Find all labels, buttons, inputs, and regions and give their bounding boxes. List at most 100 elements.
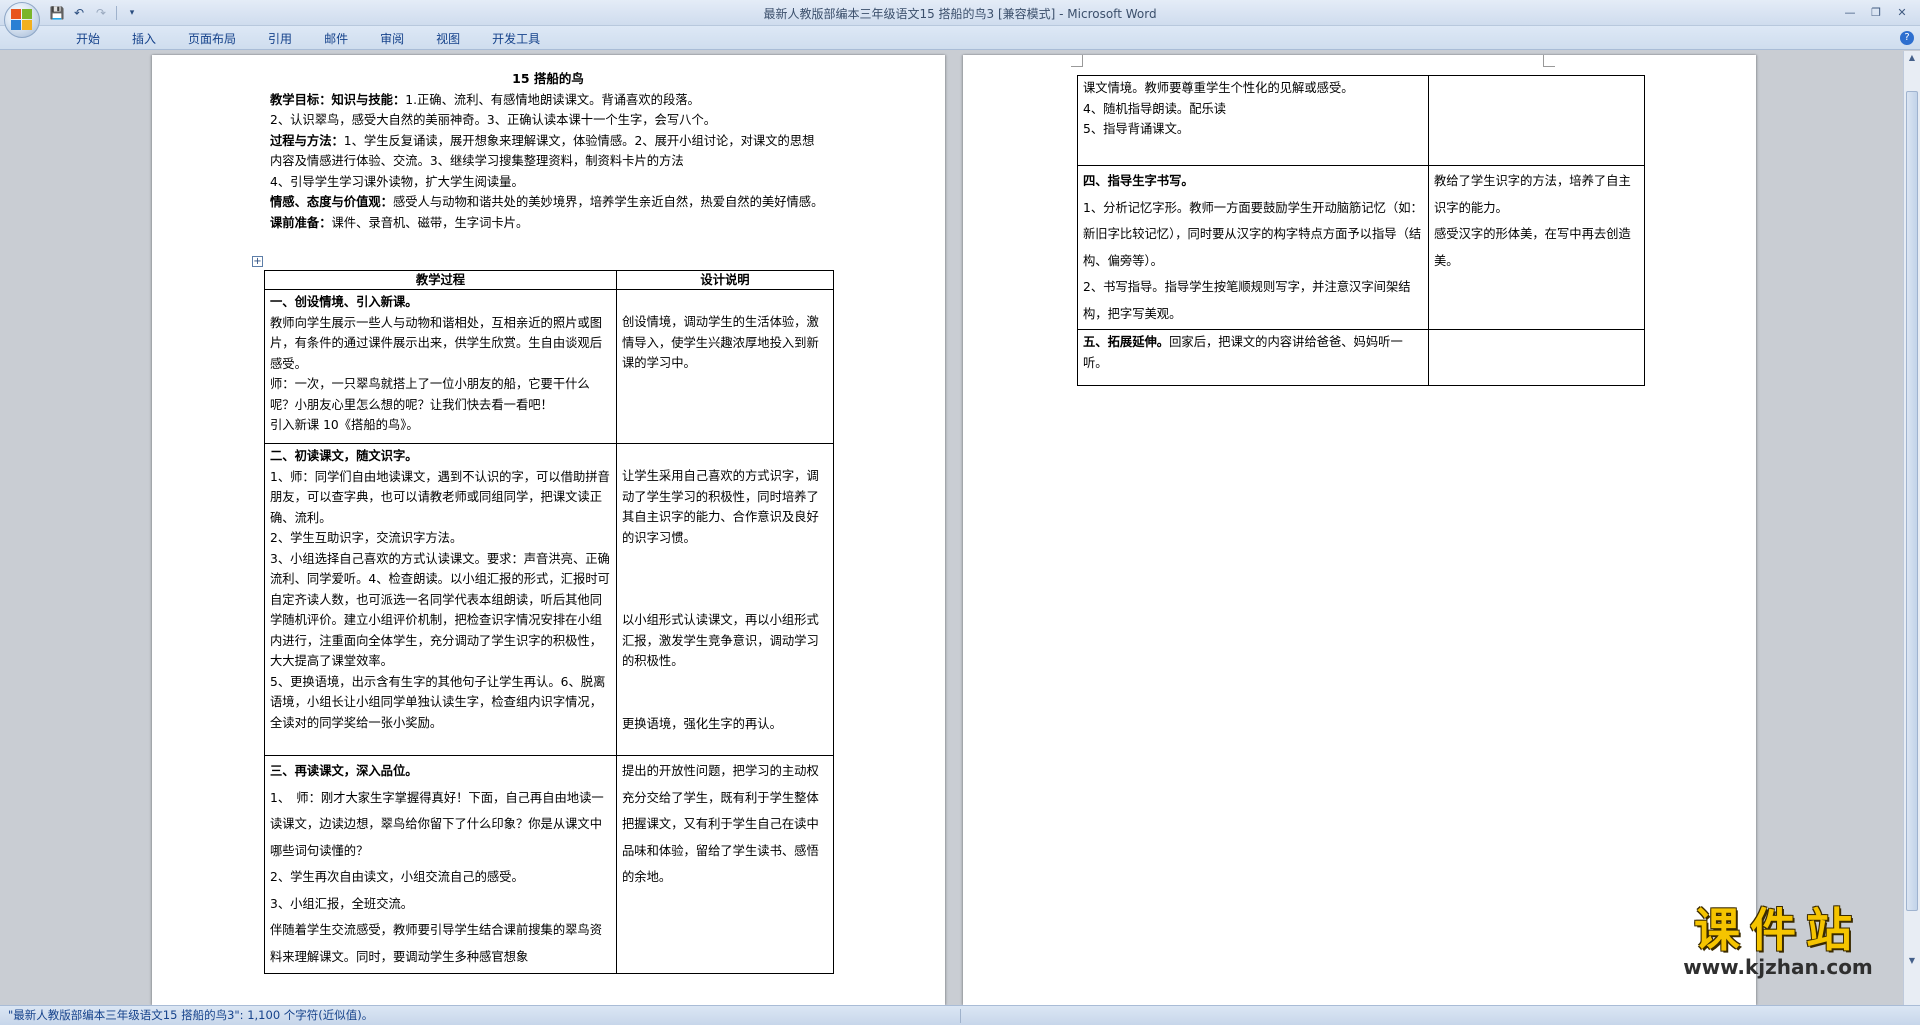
table-header-row: 教学过程 设计说明: [264, 270, 834, 290]
row-line: 1、 师：刚才大家生字掌握得真好！下面，自己再自由地读一读课文，边读边想，翠鸟给…: [270, 790, 604, 858]
close-icon[interactable]: ✕: [1890, 3, 1914, 21]
tab-mailings[interactable]: 邮件: [308, 30, 364, 48]
design-line: 提出的开放性问题，把学习的主动权充分交给了学生，既有利于学生整体把握课文，又有利…: [622, 764, 819, 884]
process-cell: 课文情境。教师要尊重学生个性化的见解或感受。 4、随机指导朗读。配乐读 5、指导…: [1077, 75, 1429, 166]
restore-icon[interactable]: ❐: [1864, 3, 1888, 21]
header-design: 设计说明: [616, 270, 834, 290]
watermark-url: www.kjzhan.com: [1683, 955, 1873, 979]
process-label: 过程与方法：: [270, 133, 344, 148]
table-row: 一、创设情境、引入新课。 教师向学生展示一些人与动物和谐相处，互相亲近的照片或图…: [264, 289, 834, 444]
design-cell: [1428, 329, 1645, 386]
tab-insert[interactable]: 插入: [116, 30, 172, 48]
process-text-2: 4、引导学生学习课外读物，扩大学生阅读量。: [270, 174, 524, 189]
row-line: 3、小组选择自己喜欢的方式认读课文。要求：声音洪亮、正确流利、同学爱听。4、检查…: [270, 551, 610, 669]
margin-corner-mark: [1071, 55, 1083, 67]
goals-text-1: 1.正确、流利、有感情地朗读课文。背诵喜欢的段落。: [405, 92, 700, 107]
scroll-down-icon[interactable]: ▼: [1906, 956, 1918, 968]
emotion-paragraph: 情感、态度与价值观：感受人与动物和谐共处的美妙境界，培养学生亲近自然，热爱自然的…: [270, 192, 826, 213]
scrollbar-thumb[interactable]: [1906, 91, 1918, 911]
row-line: 教师向学生展示一些人与动物和谐相处，互相亲近的照片或图片，有条件的通过课件展示出…: [270, 315, 603, 371]
process-cell: 一、创设情境、引入新课。 教师向学生展示一些人与动物和谐相处，互相亲近的照片或图…: [264, 289, 617, 444]
design-cell: 提出的开放性问题，把学习的主动权充分交给了学生，既有利于学生整体把握课文，又有利…: [616, 755, 834, 974]
tab-developer[interactable]: 开发工具: [476, 30, 556, 48]
tab-view[interactable]: 视图: [420, 30, 476, 48]
row-line: 2、书写指导。指导学生按笔顺规则写字，并注意汉字间架结构，把字写美观。: [1083, 280, 1411, 321]
lesson-table-page-2: 课文情境。教师要尊重学生个性化的见解或感受。 4、随机指导朗读。配乐读 5、指导…: [1077, 75, 1645, 386]
prep-paragraph: 课前准备：课件、录音机、磁带，生字词卡片。: [270, 213, 826, 234]
help-icon[interactable]: ?: [1900, 31, 1914, 45]
tab-page-layout[interactable]: 页面布局: [172, 30, 252, 48]
process-cell: 四、指导生字书写。 1、分析记忆字形。教师一方面要鼓励学生开动脑筋记忆（如：新旧…: [1077, 165, 1429, 330]
row-line: 课文情境。教师要尊重学生个性化的见解或感受。: [1083, 81, 1354, 95]
margin-corner-mark: [1543, 55, 1555, 67]
office-logo-icon: [11, 9, 33, 31]
row-heading: 五、拓展延伸。: [1083, 335, 1170, 349]
table-row: 课文情境。教师要尊重学生个性化的见解或感受。 4、随机指导朗读。配乐读 5、指导…: [1077, 75, 1645, 166]
minimize-icon[interactable]: —: [1838, 3, 1862, 21]
table-row: 二、初读课文，随文识字。 1、师：同学们自由地读课文，遇到不认识的字，可以借助拼…: [264, 443, 834, 756]
design-line: 教给了学生识字的方法，培养了自主识字的能力。: [1434, 174, 1631, 215]
row-heading: 三、再读课文，深入品位。: [270, 764, 418, 778]
page-1-text: 15 搭船的鸟 教学目标：知识与技能：1.正确、流利、有感情地朗读课文。背诵喜欢…: [270, 69, 826, 233]
table-row: 三、再读课文，深入品位。 1、 师：刚才大家生字掌握得真好！下面，自己再自由地读…: [264, 755, 834, 974]
emotion-text: 感受人与动物和谐共处的美妙境界，培养学生亲近自然，热爱自然的美好情感。: [392, 195, 824, 209]
row-line: 3、小组汇报，全班交流。: [270, 896, 414, 911]
ribbon-tab-row: 开始 插入 页面布局 引用 邮件 审阅 视图 开发工具 ?: [0, 26, 1920, 50]
row-line: 1、分析记忆字形。教师一方面要鼓励学生开动脑筋记忆（如：新旧字比较记忆），同时要…: [1083, 200, 1423, 268]
status-divider: [960, 1009, 961, 1023]
design-cell: [1428, 75, 1645, 166]
tab-references[interactable]: 引用: [252, 30, 308, 48]
row-line: 4、随机指导朗读。配乐读: [1083, 101, 1227, 116]
process-paragraph: 过程与方法：1、学生反复诵读，展开想象来理解课文，体验情感。2、展开小组讨论，对…: [270, 131, 826, 172]
page-2: 课文情境。教师要尊重学生个性化的见解或感受。 4、随机指导朗读。配乐读 5、指导…: [963, 55, 1756, 1005]
row-heading: 四、指导生字书写。: [1083, 174, 1194, 188]
design-line: 以小组形式认读课文，再以小组形式汇报，激发学生竞争意识，调动学习的积极性。: [622, 613, 819, 668]
goals-text-2: 2、认识翠鸟，感受大自然的美丽神奇。3、正确认读本课十一个生字，会写八个。: [270, 113, 717, 127]
office-button[interactable]: [4, 2, 40, 38]
row-line: 2、学生互助识字，交流识字方法。: [270, 531, 463, 545]
prep-text: 课件、录音机、磁带，生字词卡片。: [331, 215, 529, 230]
document-workspace: 15 搭船的鸟 教学目标：知识与技能：1.正确、流利、有感情地朗读课文。背诵喜欢…: [0, 51, 1920, 1005]
process-cell: 三、再读课文，深入品位。 1、 师：刚才大家生字掌握得真好！下面，自己再自由地读…: [264, 755, 617, 974]
row-line: 伴随着学生交流感受，教师要引导学生结合课前搜集的翠鸟资料来理解课文。同时，要调动…: [270, 923, 603, 964]
design-cell: 教给了学生识字的方法，培养了自主识字的能力。 感受汉字的形体美，在写中再去创造美…: [1428, 165, 1645, 330]
scroll-up-icon[interactable]: ▲: [1906, 53, 1918, 65]
window-title: 最新人教版部编本三年级语文15 搭船的鸟3 [兼容模式] - Microsoft…: [763, 7, 1157, 21]
watermark-logo: 课件站 www.kjzhan.com: [1658, 905, 1898, 983]
design-cell: 创设情境，调动学生的生活体验，激情导入，使学生兴趣浓厚地投入到新课的学习中。: [616, 289, 834, 444]
row-line: 2、学生再次自由读文，小组交流自己的感受。: [270, 870, 524, 884]
status-bar: "最新人教版部编本三年级语文15 搭船的鸟3": 1,100 个字符(近似值)。: [0, 1005, 1920, 1025]
page-title: 15 搭船的鸟: [512, 71, 584, 86]
page-1: 15 搭船的鸟 教学目标：知识与技能：1.正确、流利、有感情地朗读课文。背诵喜欢…: [152, 55, 945, 1005]
design-line: 感受汉字的形体美，在写中再去创造美。: [1434, 227, 1631, 268]
design-line: 创设情境，调动学生的生活体验，激情导入，使学生兴趣浓厚地投入到新课的学习中。: [622, 315, 819, 370]
table-move-handle-icon[interactable]: +: [252, 256, 263, 267]
window-controls: — ❐ ✕: [1838, 3, 1914, 21]
row-line: 5、更换语境，出示含有生字的其他句子让学生再认。6、脱离语境，小组长让小组同学单…: [270, 674, 606, 730]
process-text: 1、学生反复诵读，展开想象来理解课文，体验情感。2、展开小组讨论，对课文的思想内…: [270, 133, 815, 169]
row-line: 1、师：同学们自由地读课文，遇到不认识的字，可以借助拼音朋友，可以查字典，也可以…: [270, 469, 610, 525]
row-heading: 二、初读课文，随文识字。: [270, 449, 418, 463]
goals-label: 教学目标：知识与技能：: [270, 92, 406, 107]
title-bar: 💾 ↶ ↷ ▾ 最新人教版部编本三年级语文15 搭船的鸟3 [兼容模式] - M…: [0, 0, 1920, 38]
tab-review[interactable]: 审阅: [364, 30, 420, 48]
vertical-scrollbar[interactable]: ▲ ▼: [1903, 51, 1920, 1005]
lesson-table-page-1: 教学过程 设计说明 一、创设情境、引入新课。 教师向学生展示一些人与动物和谐相处…: [264, 270, 834, 974]
status-text: "最新人教版部编本三年级语文15 搭船的鸟3": 1,100 个字符(近似值)。: [8, 1008, 374, 1022]
design-line: 让学生采用自己喜欢的方式识字，调动了学生学习的积极性，同时培养了其自主识字的能力…: [622, 469, 819, 545]
process-cell: 二、初读课文，随文识字。 1、师：同学们自由地读课文，遇到不认识的字，可以借助拼…: [264, 443, 617, 756]
table-row: 五、拓展延伸。回家后，把课文的内容讲给爸爸、妈妈听一听。: [1077, 329, 1645, 386]
goals-paragraph: 教学目标：知识与技能：1.正确、流利、有感情地朗读课文。背诵喜欢的段落。: [270, 90, 826, 111]
row-line: 师：一次，一只翠鸟就搭上了一位小朋友的船，它要干什么呢？小朋友心里怎么想的呢？让…: [270, 377, 590, 412]
row-line: 5、指导背诵课文。: [1083, 122, 1190, 136]
design-line: 更换语境，强化生字的再认。: [622, 716, 782, 731]
row-heading: 一、创设情境、引入新课。: [270, 295, 418, 309]
design-cell: 让学生采用自己喜欢的方式识字，调动了学生学习的积极性，同时培养了其自主识字的能力…: [616, 443, 834, 756]
tab-home[interactable]: 开始: [60, 30, 116, 48]
emotion-label: 情感、态度与价值观：: [270, 195, 393, 209]
ribbon-tabs: 开始 插入 页面布局 引用 邮件 审阅 视图 开发工具: [60, 30, 556, 48]
process-cell: 五、拓展延伸。回家后，把课文的内容讲给爸爸、妈妈听一听。: [1077, 329, 1429, 386]
header-process: 教学过程: [264, 270, 617, 290]
table-row: 四、指导生字书写。 1、分析记忆字形。教师一方面要鼓励学生开动脑筋记忆（如：新旧…: [1077, 165, 1645, 330]
watermark-main-text: 课件站: [1694, 903, 1862, 957]
